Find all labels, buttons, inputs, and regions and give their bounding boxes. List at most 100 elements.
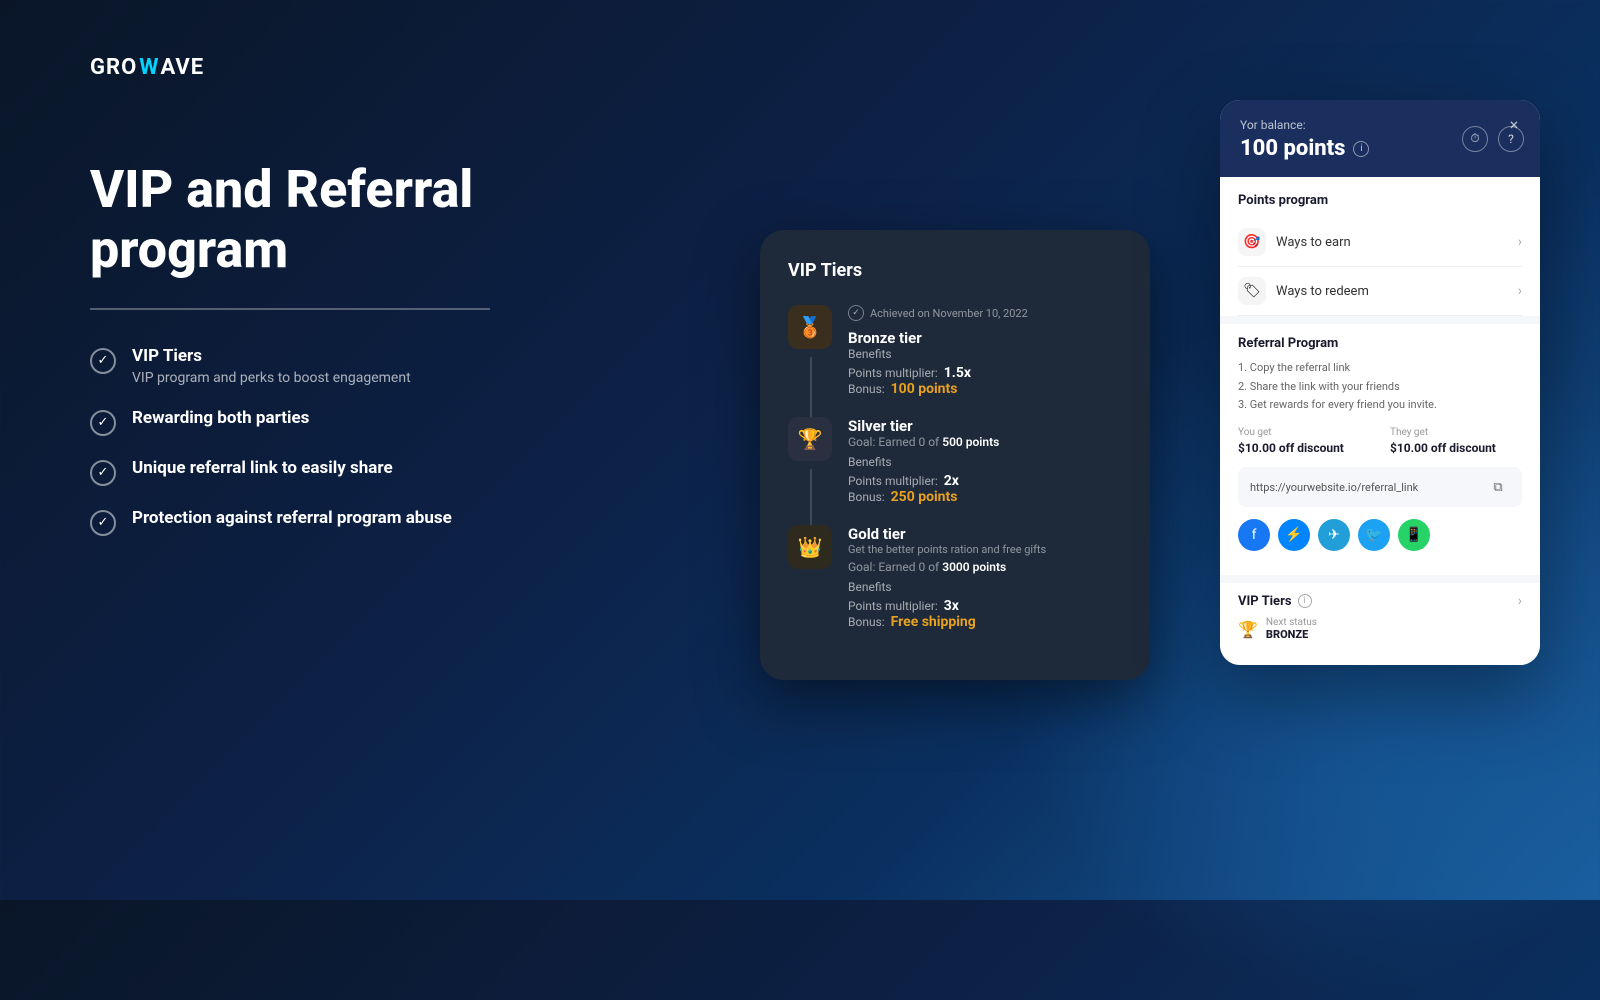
chevron-right-icon: ›	[1518, 234, 1522, 250]
earn-icon: 🎯	[1238, 228, 1266, 256]
feature-text: Rewarding both parties	[132, 408, 309, 428]
vip-next-label: Next status	[1266, 617, 1317, 628]
logo-text: GRO	[90, 55, 137, 80]
feature-title: Rewarding both parties	[132, 408, 309, 428]
vip-tiers-card: VIP Tiers 🥉 ✓ Achieved on November 10, 2…	[760, 230, 1150, 680]
page-title: VIP and Referral program	[90, 160, 640, 280]
referral-section: Referral Program 1. Copy the referral li…	[1238, 324, 1522, 575]
they-get-value: $10.00 off discount	[1390, 441, 1522, 455]
list-item: Unique referral link to easily share	[90, 458, 640, 486]
widget-card: × Yor balance: 100 points i ⏱ ? Points p…	[1220, 100, 1540, 665]
bonus-value: 250 points	[891, 489, 958, 505]
multiplier-value: 2x	[944, 473, 959, 489]
vip-next-status: 🏆 Next status BRONZE	[1238, 617, 1522, 641]
vip-tiers-header: VIP Tiers i ›	[1238, 593, 1522, 609]
tier-bonus: Bonus: 250 points	[848, 489, 1122, 505]
tier-name: Bronze tier	[848, 329, 1122, 347]
logo: GRO W AVE	[90, 55, 204, 80]
vip-info-icon[interactable]: i	[1298, 594, 1312, 608]
widget-header: × Yor balance: 100 points i ⏱ ?	[1220, 100, 1540, 177]
divider	[90, 308, 490, 310]
achieved-text: Achieved on November 10, 2022	[870, 307, 1028, 320]
tier-goal: Goal: Earned 0 of 3000 points	[848, 560, 1122, 574]
feature-subtitle: VIP program and perks to boost engagemen…	[132, 370, 411, 386]
tier-desc: Get the better points ration and free gi…	[848, 543, 1122, 556]
feature-title: Unique referral link to easily share	[132, 458, 393, 478]
vip-tiers-section: VIP Tiers i › 🏆 Next status BRONZE	[1238, 583, 1522, 649]
vip-tier-icon: 🏆	[1238, 620, 1258, 639]
vip-tiers-label: VIP Tiers	[1238, 594, 1292, 609]
ways-to-redeem-left: 🏷 Ways to redeem	[1238, 277, 1369, 305]
ways-to-earn-left: 🎯 Ways to earn	[1238, 228, 1351, 256]
bonus-value: Free shipping	[891, 614, 976, 630]
check-icon	[90, 460, 116, 486]
tier-bronze: 🥉 ✓ Achieved on November 10, 2022 Bronze…	[788, 305, 1122, 397]
referral-title: Referral Program	[1238, 336, 1522, 351]
twitter-icon[interactable]: 🐦	[1358, 519, 1390, 551]
social-icons: f ⚡ ✈ 🐦 📱	[1238, 519, 1522, 551]
tier-gold: 👑 Gold tier Get the better points ration…	[788, 525, 1122, 630]
chevron-right-icon: ›	[1518, 283, 1522, 299]
gold-icon: 👑	[788, 525, 832, 569]
achieved-check-icon: ✓	[848, 305, 864, 321]
they-get-col: They get $10.00 off discount	[1390, 427, 1522, 455]
cards-area: VIP Tiers 🥉 ✓ Achieved on November 10, 2…	[760, 100, 1540, 800]
tier-content: ✓ Achieved on November 10, 2022 Bronze t…	[848, 305, 1122, 397]
redeem-icon: 🏷	[1238, 277, 1266, 305]
feature-text: Unique referral link to easily share	[132, 458, 393, 478]
tier-bonus: Bonus: 100 points	[848, 381, 1122, 397]
silver-icon: 🏆	[788, 417, 832, 461]
multiplier-value: 1.5x	[944, 365, 971, 381]
ways-to-redeem-row[interactable]: 🏷 Ways to redeem ›	[1238, 267, 1522, 316]
vip-next-value: BRONZE	[1266, 628, 1317, 641]
benefits-label: Benefits	[848, 580, 1122, 594]
help-icon[interactable]: ?	[1498, 126, 1524, 152]
feature-text: VIP Tiers VIP program and perks to boost…	[132, 346, 411, 386]
messenger-icon[interactable]: ⚡	[1278, 519, 1310, 551]
benefits-label: Benefits	[848, 347, 1122, 361]
feature-title: VIP Tiers	[132, 346, 411, 366]
you-get-label: You get	[1238, 427, 1370, 438]
feature-list: VIP Tiers VIP program and perks to boost…	[90, 346, 640, 536]
balance-info-icon[interactable]: i	[1353, 141, 1369, 157]
check-icon	[90, 510, 116, 536]
bonus-value: 100 points	[891, 381, 958, 397]
tier-multiplier: Points multiplier: 1.5x	[848, 365, 1122, 381]
vip-tiers-title-row: VIP Tiers i	[1238, 594, 1312, 609]
copy-button[interactable]: ⧉	[1486, 475, 1510, 499]
ways-to-earn-label: Ways to earn	[1276, 235, 1351, 250]
check-icon	[90, 410, 116, 436]
whatsapp-icon[interactable]: 📱	[1398, 519, 1430, 551]
vip-card-title: VIP Tiers	[788, 260, 1122, 281]
history-icon[interactable]: ⏱	[1462, 126, 1488, 152]
tier-goal: Goal: Earned 0 of 500 points	[848, 435, 1122, 449]
multiplier-value: 3x	[944, 598, 959, 614]
tier-name: Silver tier	[848, 417, 1122, 435]
logo-text2: AVE	[161, 55, 205, 80]
ways-to-earn-row[interactable]: 🎯 Ways to earn ›	[1238, 218, 1522, 267]
telegram-icon[interactable]: ✈	[1318, 519, 1350, 551]
tier-content: Silver tier Goal: Earned 0 of 500 points…	[848, 417, 1122, 505]
header-icons: ⏱ ?	[1462, 126, 1524, 152]
logo-wave: W	[139, 55, 158, 80]
list-item: Rewarding both parties	[90, 408, 640, 436]
tier-silver: 🏆 Silver tier Goal: Earned 0 of 500 poin…	[788, 417, 1122, 505]
feature-text: Protection against referral program abus…	[132, 508, 452, 528]
balance-amount: 100 points	[1240, 136, 1345, 161]
tier-content: Gold tier Get the better points ration a…	[848, 525, 1122, 630]
referral-link-text: https://yourwebsite.io/referral_link	[1250, 481, 1478, 494]
tier-bonus: Bonus: Free shipping	[848, 614, 1122, 630]
achieved-badge: ✓ Achieved on November 10, 2022	[848, 305, 1122, 321]
you-get-value: $10.00 off discount	[1238, 441, 1370, 455]
tier-name: Gold tier	[848, 525, 1122, 543]
list-item: Protection against referral program abus…	[90, 508, 640, 536]
they-get-label: They get	[1390, 427, 1522, 438]
section-divider-2	[1220, 575, 1540, 583]
you-get-col: You get $10.00 off discount	[1238, 427, 1370, 455]
tier-multiplier: Points multiplier: 3x	[848, 598, 1122, 614]
widget-body: Points program 🎯 Ways to earn › 🏷 Ways t…	[1220, 177, 1540, 665]
referral-rewards: You get $10.00 off discount They get $10…	[1238, 427, 1522, 455]
tier-multiplier: Points multiplier: 2x	[848, 473, 1122, 489]
ways-to-redeem-label: Ways to redeem	[1276, 284, 1369, 299]
facebook-icon[interactable]: f	[1238, 519, 1270, 551]
